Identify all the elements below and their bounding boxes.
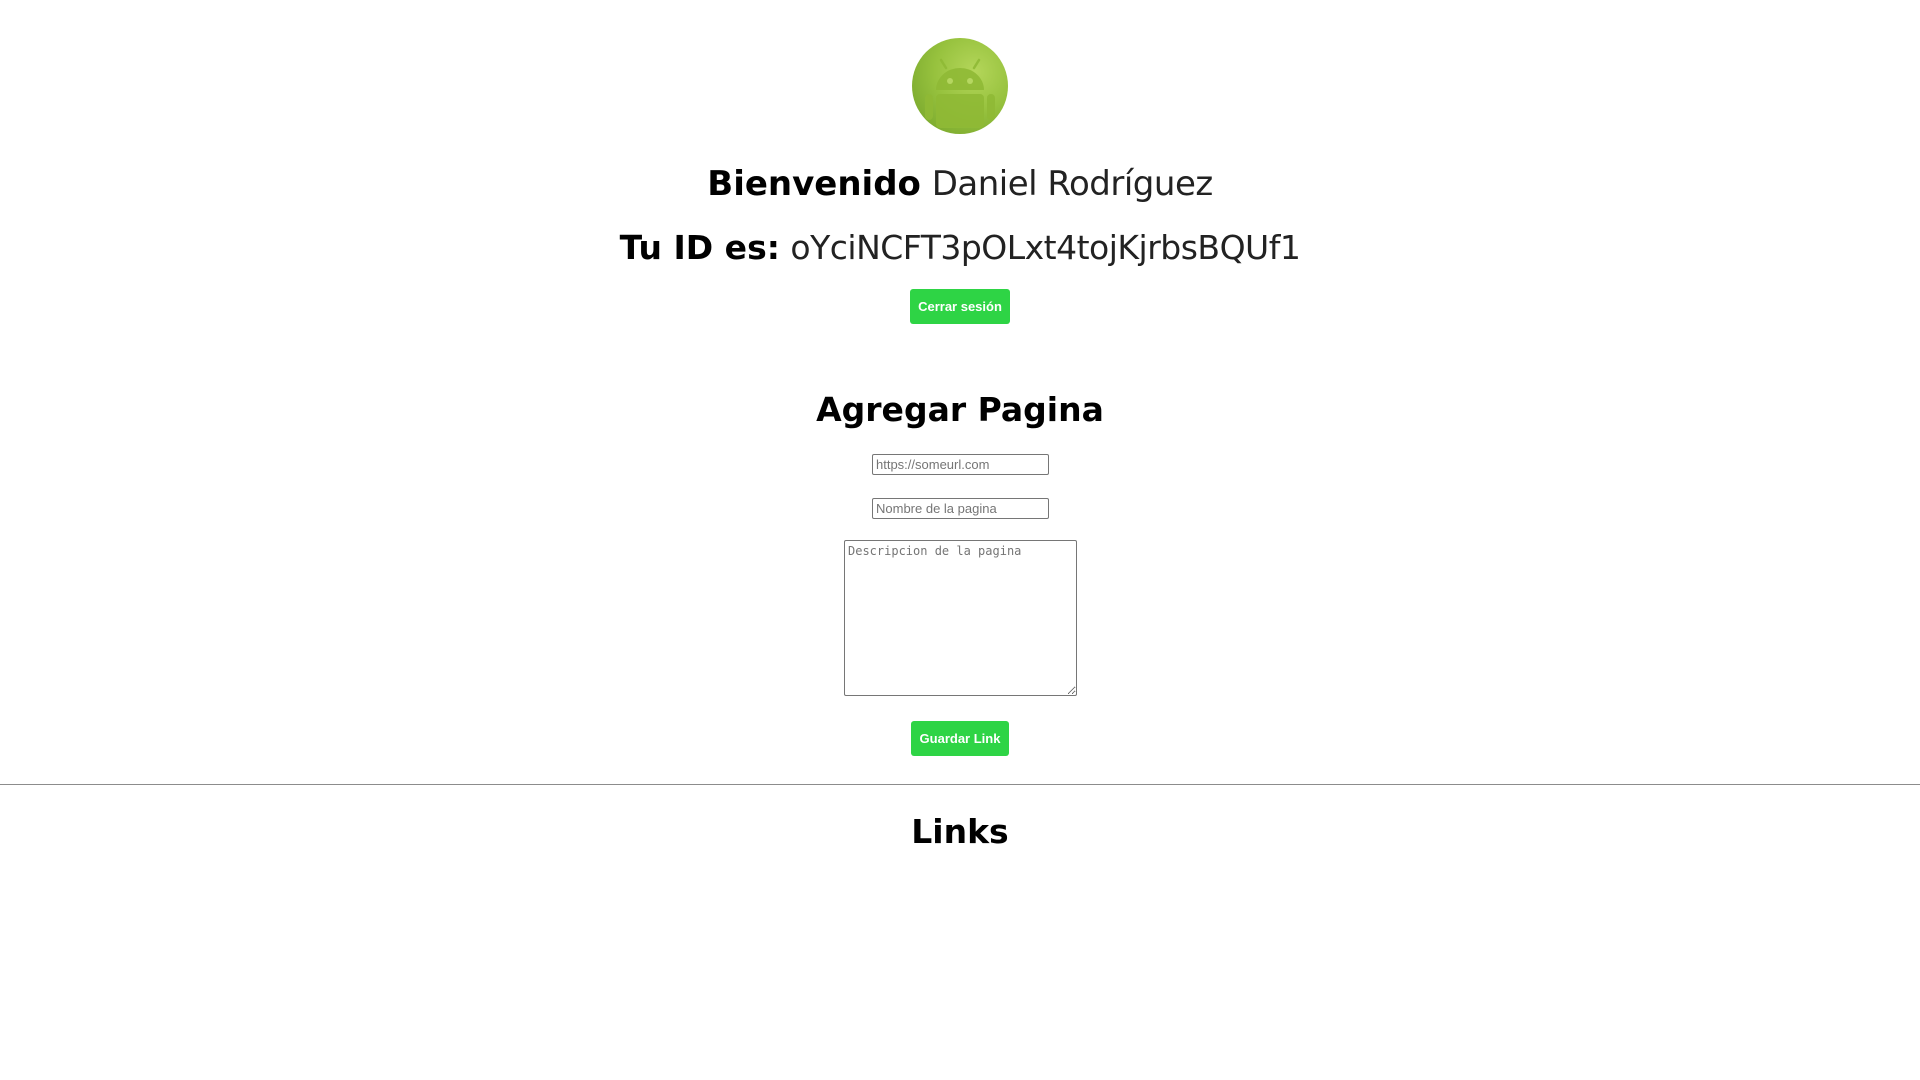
welcome-label: Bienvenido (707, 164, 921, 204)
section-divider (0, 784, 1920, 785)
page: Bienvenido Daniel Rodríguez Tu ID es: oY… (0, 0, 1920, 1080)
save-link-button[interactable]: Guardar Link (911, 721, 1009, 756)
page-description-textarea[interactable] (844, 540, 1077, 696)
welcome-heading: Bienvenido Daniel Rodríguez (0, 160, 1920, 208)
add-page-title: Agregar Pagina (816, 390, 1104, 429)
logout-button[interactable]: Cerrar sesión (910, 289, 1010, 324)
user-id-value: oYciNCFT3pOLxt4tojKjrbsBQUf1 (790, 228, 1301, 267)
user-id-label: Tu ID es: (619, 228, 780, 267)
android-robot-icon (925, 58, 995, 128)
user-name: Daniel Rodríguez (931, 164, 1213, 204)
url-input[interactable] (872, 454, 1049, 475)
links-title: Links (911, 812, 1009, 851)
avatar (912, 38, 1008, 134)
user-id-heading: Tu ID es: oYciNCFT3pOLxt4tojKjrbsBQUf1 (0, 224, 1920, 272)
page-name-input[interactable] (872, 498, 1049, 519)
